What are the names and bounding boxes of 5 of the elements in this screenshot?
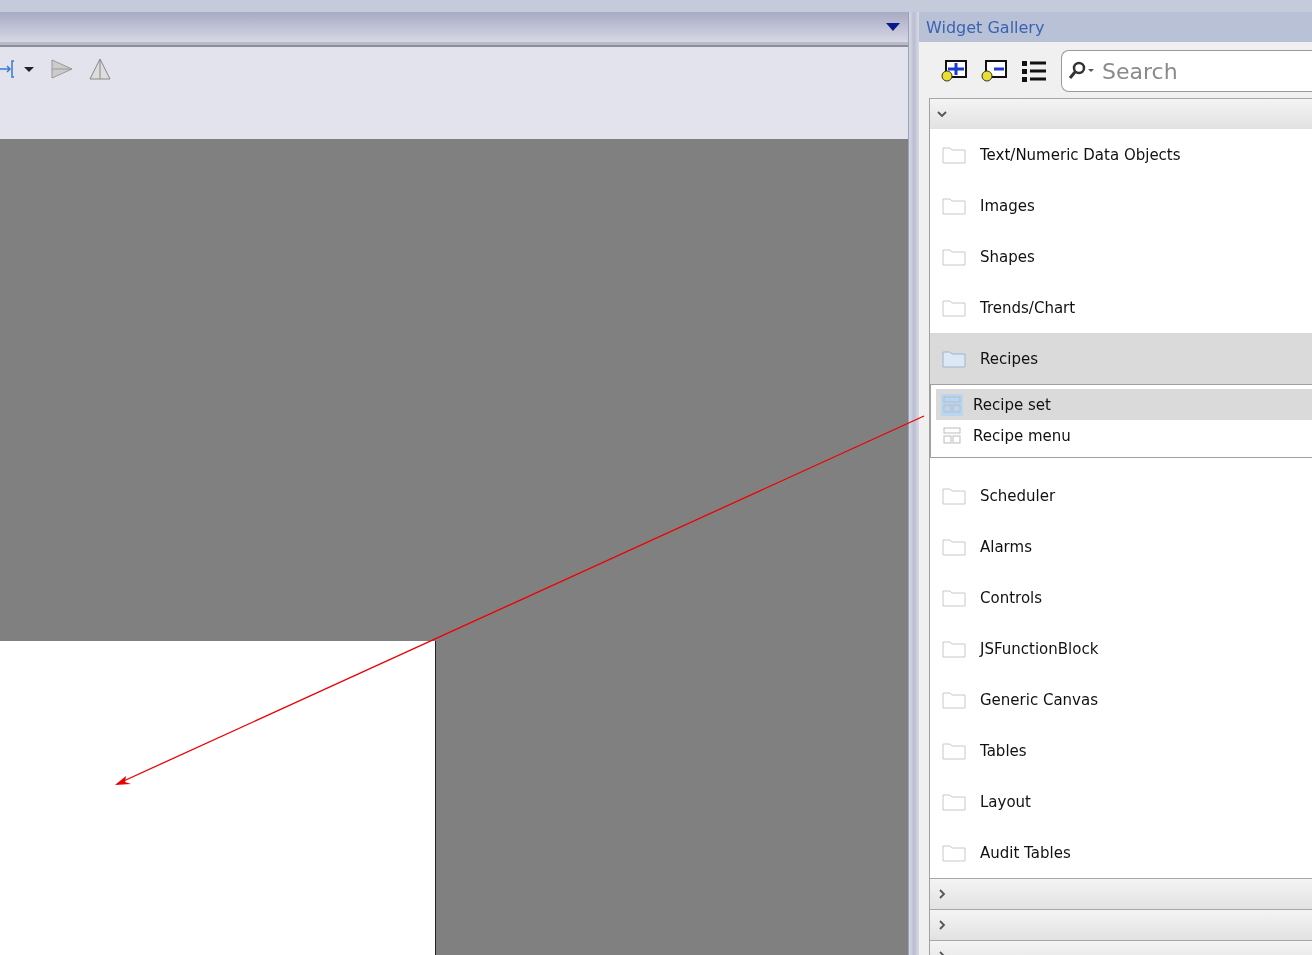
widget-item[interactable]: Recipe menu: [936, 420, 1312, 451]
widget-item[interactable]: Recipe set: [936, 389, 1312, 420]
search-field[interactable]: Search: [1061, 50, 1312, 92]
panel-title: Widget Gallery: [919, 12, 1312, 42]
category-item[interactable]: Recipes: [930, 333, 1312, 384]
